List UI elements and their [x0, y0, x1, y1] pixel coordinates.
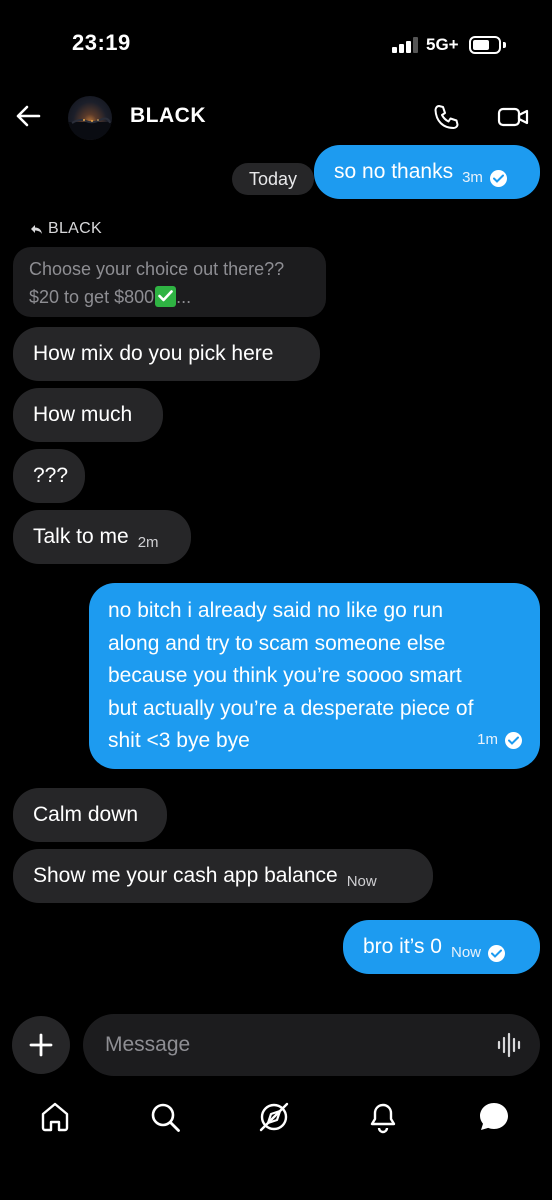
message-text: ??? — [33, 464, 69, 487]
plus-button[interactable] — [12, 1016, 70, 1074]
compass-icon[interactable] — [257, 1100, 291, 1134]
message-time: 2m — [137, 534, 159, 551]
outgoing-message[interactable]: so no thanks 3m — [314, 145, 540, 199]
chat-header: BLACK — [0, 90, 552, 146]
status-time: 23:19 — [72, 30, 131, 55]
contact-name[interactable]: BLACK — [130, 104, 206, 128]
plus-icon — [29, 1033, 53, 1057]
message-line: along and try to scam someone else — [108, 631, 446, 655]
message-text: How much — [33, 403, 133, 426]
quoted-line: $20 to get $800 — [29, 287, 155, 307]
message-line: no bitch i already said no like go run — [108, 599, 444, 622]
avatar[interactable] — [68, 96, 112, 140]
message-text: Calm down — [33, 803, 139, 826]
video-camera-icon[interactable] — [497, 103, 529, 131]
incoming-message[interactable]: Show me your cash app balance Now — [13, 849, 433, 903]
read-check-icon — [505, 732, 522, 750]
message-input[interactable] — [83, 1014, 540, 1076]
message-time: 3m — [462, 169, 483, 186]
battery-tip — [503, 42, 506, 48]
reply-label: BLACK — [30, 220, 102, 238]
bell-icon[interactable] — [366, 1100, 400, 1134]
read-check-icon — [489, 169, 507, 187]
message-line: but actually you’re a desperate piece of — [108, 696, 474, 720]
network-type: 5G+ — [426, 35, 459, 54]
message-text: How mix do you pick here — [33, 342, 274, 365]
phone-icon[interactable] — [432, 102, 462, 132]
message-time: 1m — [477, 731, 498, 749]
search-icon[interactable] — [148, 1100, 182, 1134]
message-time: Now — [451, 944, 482, 961]
signal-icon — [392, 37, 420, 53]
battery-icon — [469, 36, 501, 54]
message-line: because you think you’re soooo smart — [108, 664, 462, 688]
message-line: shit <3 bye bye — [108, 729, 250, 753]
quoted-ellipsis: ... — [176, 287, 192, 307]
incoming-message[interactable]: How much — [13, 388, 163, 442]
date-separator: Today — [232, 163, 314, 195]
status-bar: 23:19 5G+ — [0, 0, 552, 90]
read-check-icon — [488, 944, 506, 962]
chat-bubble-icon[interactable] — [477, 1100, 511, 1134]
reply-to-name: BLACK — [48, 220, 102, 237]
home-icon[interactable] — [38, 1100, 72, 1134]
voice-waveform-icon[interactable] — [496, 1031, 524, 1059]
message-meta: 1m — [477, 724, 522, 757]
message-text: so no thanks — [334, 160, 454, 183]
outgoing-message[interactable]: bro it’s 0 Now — [343, 920, 540, 974]
quoted-message[interactable]: Choose your choice out there?? $20 to ge… — [13, 247, 326, 317]
message-time: Now — [346, 873, 377, 890]
incoming-message[interactable]: Calm down — [13, 788, 167, 842]
reply-arrow-icon — [31, 224, 42, 234]
message-text: Show me your cash app balance — [33, 864, 338, 887]
incoming-message[interactable]: ??? — [13, 449, 85, 503]
arrow-left-icon[interactable] — [14, 102, 42, 130]
incoming-message[interactable]: Talk to me 2m — [13, 510, 191, 564]
quoted-line: Choose your choice out there?? — [29, 259, 285, 279]
incoming-message[interactable]: How mix do you pick here — [13, 327, 320, 381]
message-text: bro it’s 0 — [363, 935, 442, 958]
outgoing-message[interactable]: no bitch i already said no like go run a… — [89, 583, 540, 769]
check-emoji-icon — [155, 286, 177, 307]
message-text: Talk to me — [33, 525, 129, 548]
